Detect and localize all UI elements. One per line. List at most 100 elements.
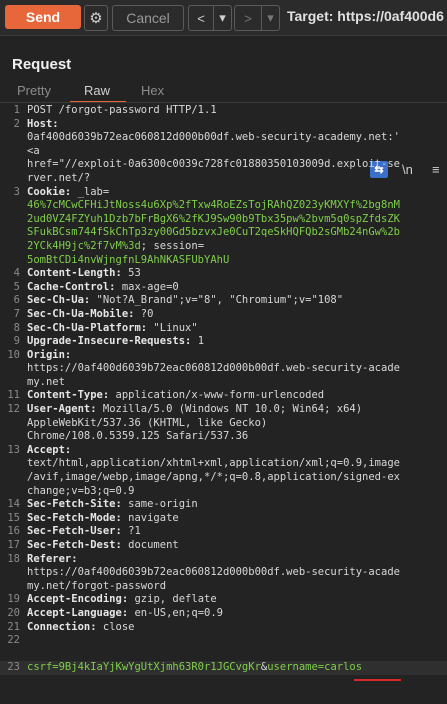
header-value: en-US,en;q=0.9 <box>128 606 223 619</box>
line-text: <a <box>27 145 443 159</box>
raw-request-editor[interactable]: 1 POST /forgot-password HTTP/1.1 2 Host: 0af… <box>0 104 447 675</box>
request-line: SFukBCsm744fSkChTp3zy00Gd5bzvxJe0CuT2qeS… <box>0 226 447 240</box>
line-text: 46%7cMCwCFHiJtNoss4u6Xp%2fTxw4RoEZsTojRA… <box>27 199 443 213</box>
header-value: change;v=b3;q=0.9 <box>27 484 135 497</box>
line-text: Accept-Language: en-US,en;q=0.9 <box>27 607 443 621</box>
line-text: Accept-Encoding: gzip, deflate <box>27 593 443 607</box>
request-line: 14 Sec-Fetch-Site: same-origin <box>0 498 447 512</box>
line-text: Sec-Fetch-Mode: navigate <box>27 512 443 526</box>
request-line: text/html,application/xhtml+xml,applicat… <box>0 457 447 471</box>
header-value: ?0 <box>134 307 154 320</box>
line-number: 6 <box>13 294 20 307</box>
request-line: my.net <box>0 376 447 390</box>
line-text: Sec-Fetch-Site: same-origin <box>27 498 443 512</box>
request-line: 15 Sec-Fetch-Mode: navigate <box>0 512 447 526</box>
request-line: <a <box>0 145 447 159</box>
line-number: 12 <box>7 403 20 416</box>
header-name: Accept: <box>27 443 72 456</box>
line-number: 5 <box>13 280 20 293</box>
request-line: 17 Sec-Fetch-Dest: document <box>0 539 447 553</box>
header-name: Content-Length: <box>27 267 122 280</box>
header-value: my.net <box>27 375 65 388</box>
forward-arrow-icon[interactable]: > <box>235 6 261 30</box>
line-text: Connection: close <box>27 621 443 635</box>
header-value: "Linux" <box>147 321 198 334</box>
header-value: application/x-www-form-urlencoded <box>109 389 325 402</box>
header-value: close <box>96 620 135 633</box>
line-number: 17 <box>7 539 20 551</box>
back-button-group[interactable]: < ▾ <box>188 5 232 31</box>
back-arrow-icon[interactable]: < <box>189 6 213 30</box>
request-line: https://0af400d6039b72eac060812d000b00df… <box>0 566 447 580</box>
gear-icon[interactable]: ⚙ <box>84 5 108 31</box>
send-button[interactable]: Send <box>5 5 81 29</box>
line-text: Host: <box>27 118 443 132</box>
tab-pretty[interactable]: Pretty <box>17 83 51 98</box>
line-number: 22 <box>7 634 20 647</box>
request-line: Chrome/108.0.5359.125 Safari/537.36 <box>0 430 447 444</box>
request-view-tabs: Pretty Raw Hex ⇆ \n ≡ <box>0 80 447 178</box>
header-name: Sec-Fetch-Dest: <box>27 539 122 551</box>
line-text: https://0af400d6039b72eac060812d000b00df… <box>27 566 443 580</box>
back-dropdown-icon[interactable]: ▾ <box>213 6 231 30</box>
header-name: Cookie: <box>27 185 72 198</box>
line-text: Cookie: _lab= <box>27 186 443 200</box>
target-url[interactable]: Target: https://0af400d6 <box>287 8 444 24</box>
request-line: /avif,image/webp,image/apng,*/*;q=0.8,ap… <box>0 471 447 485</box>
param-value-username: carlos <box>324 661 363 674</box>
header-name: Sec-Fetch-Mode: <box>27 511 122 524</box>
line-text: Sec-Fetch-User: ?1 <box>27 525 443 539</box>
request-line: 2YCk4H9jc%2f7vM%3d; session= <box>0 240 447 254</box>
request-line: change;v=b3;q=0.9 <box>0 485 447 499</box>
line-number: 18 <box>7 552 20 565</box>
forward-dropdown-icon[interactable]: ▾ <box>261 6 279 30</box>
toolbar: Send ⚙ Cancel < ▾ > ▾ Target: https://0a… <box>0 0 447 36</box>
request-line: 46%7cMCwCFHiJtNoss4u6Xp%2fTxw4RoEZsTojRA… <box>0 199 447 213</box>
request-line: 2 Host: <box>0 118 447 132</box>
header-value: /avif,image/webp,image/apng,*/*;q=0.8,ap… <box>27 471 400 484</box>
cookie-value: SFukBCsm744fSkChTp3zy00Gd5bzvxJe0CuT2qeS… <box>27 226 400 239</box>
line-text: https://0af400d6039b72eac060812d000b00df… <box>27 362 443 376</box>
line-text: my.net <box>27 376 443 390</box>
header-name: Accept-Language: <box>27 606 129 619</box>
request-line: 2ud0VZ4FZYuh1Dzb7bFrBgX6%2fKJ9Sw90b9Tbx3… <box>0 213 447 227</box>
request-line: 21 Connection: close <box>0 621 447 635</box>
header-name: Accept-Encoding: <box>27 593 129 606</box>
line-text: 0af400d6039b72eac060812d000b00df.web-sec… <box>27 131 443 145</box>
header-value: navigate <box>121 511 179 524</box>
line-text: 2YCk4H9jc%2f7vM%3d; session= <box>27 240 443 254</box>
line-number: 14 <box>7 498 20 511</box>
request-line: 6 Sec-Ch-Ua: "Not?A_Brand";v="8", "Chromi… <box>0 294 447 308</box>
tab-hex[interactable]: Hex <box>141 83 164 98</box>
header-value: ; session= <box>140 239 205 252</box>
header-name: Referer: <box>27 552 78 565</box>
request-line: 19 Accept-Encoding: gzip, deflate <box>0 593 447 607</box>
header-value: href="//exploit-0a6300c0039c728fc0188035… <box>27 158 400 171</box>
request-line: 4 Content-Length: 53 <box>0 267 447 281</box>
line-text: Content-Type: application/x-www-form-url… <box>27 389 443 403</box>
header-name: Host: <box>27 117 59 130</box>
request-line: 7 Sec-Ch-Ua-Mobile: ?0 <box>0 308 447 322</box>
request-line: href="//exploit-0a6300c0039c728fc0188035… <box>0 158 447 172</box>
header-value: https://0af400d6039b72eac060812d000b00df… <box>27 566 400 579</box>
request-line: 12 User-Agent: Mozilla/5.0 (Windows NT 10… <box>0 403 447 417</box>
request-body-line: 23 csrf=9Bj4kIaYjKwYgUtXjmh63R0r1JGCvgKr&… <box>0 661 447 675</box>
request-line: 11 Content-Type: application/x-www-form-u… <box>0 389 447 403</box>
line-text: Upgrade-Insecure-Requests: 1 <box>27 335 443 349</box>
line-number: 3 <box>13 185 20 198</box>
tabs-divider <box>0 102 447 103</box>
line-text: Referer: <box>27 553 443 567</box>
tab-raw[interactable]: Raw <box>84 83 110 98</box>
request-line: 1 POST /forgot-password HTTP/1.1 <box>0 104 447 118</box>
forward-button-group[interactable]: > ▾ <box>234 5 280 31</box>
header-value: <a <box>27 144 40 157</box>
header-value: 0af400d6039b72eac060812d000b00df.web-sec… <box>27 131 400 144</box>
line-number: 23 <box>7 661 20 674</box>
request-line: 8 Sec-Ch-Ua-Platform: "Linux" <box>0 322 447 336</box>
line-text: SFukBCsm744fSkChTp3zy00Gd5bzvxJe0CuT2qeS… <box>27 226 443 240</box>
cookie-value: 5omBtCDi4nvWjngfnL9AhNKASFUbYAhU <box>27 253 230 266</box>
request-line: 20 Accept-Language: en-US,en;q=0.9 <box>0 607 447 621</box>
cancel-button[interactable]: Cancel <box>112 5 184 31</box>
line-text: Accept: <box>27 444 443 458</box>
header-value: 53 <box>121 267 141 280</box>
